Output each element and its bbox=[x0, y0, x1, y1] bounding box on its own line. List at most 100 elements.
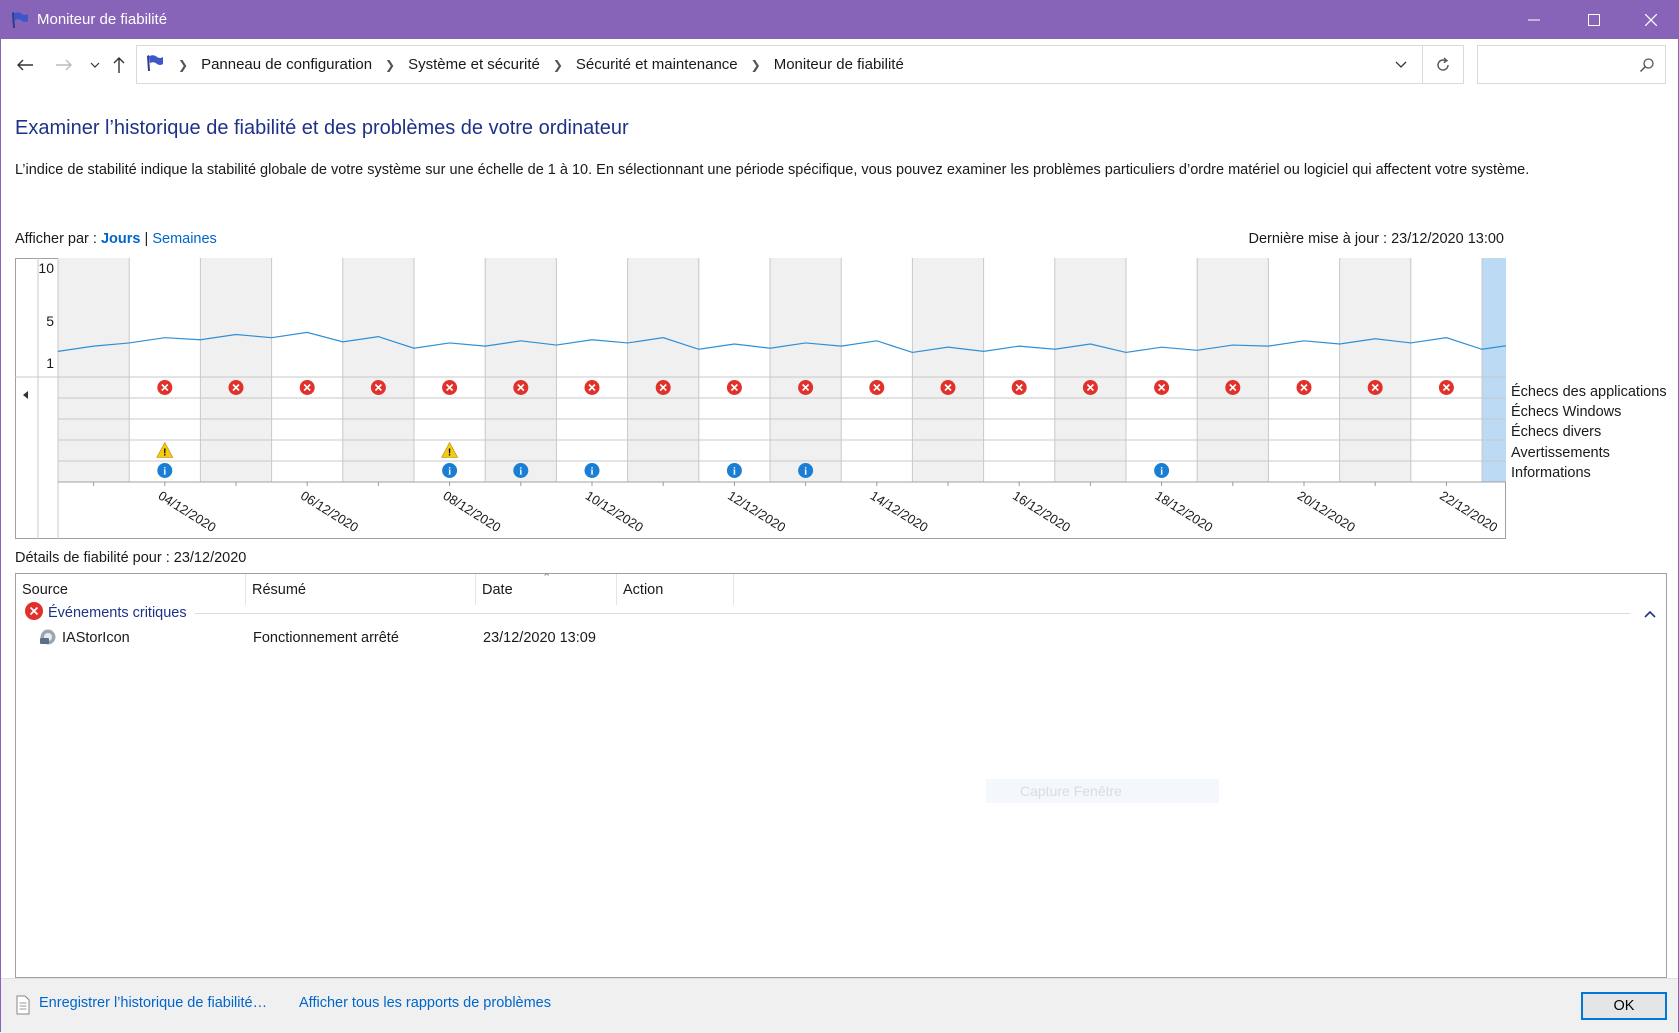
chart-legend: Échecs des applications Échecs Windows É… bbox=[1511, 382, 1667, 483]
error-icon bbox=[1082, 380, 1098, 395]
warning-icon-mark: ! bbox=[448, 448, 451, 459]
information-icon-mark: i bbox=[804, 467, 807, 478]
error-icon bbox=[228, 380, 244, 395]
reliability-chart[interactable]: 1051! !i i i i i i i04/12/2020 06/12/2020 08/12/2… bbox=[15, 258, 1506, 539]
error-icon bbox=[299, 380, 315, 395]
error-icon bbox=[370, 380, 386, 395]
y-tick-label: 10 bbox=[38, 260, 54, 276]
information-icon-mark: i bbox=[163, 467, 166, 478]
navigation-bar: ❯ Panneau de configuration ❯ Système et … bbox=[1, 39, 1678, 89]
day-column bbox=[200, 258, 272, 482]
close-button[interactable] bbox=[1622, 1, 1679, 39]
group-label: Événements critiques bbox=[48, 605, 187, 621]
legend-windows-failures: Échecs Windows bbox=[1511, 404, 1622, 421]
flag-icon bbox=[145, 54, 165, 76]
recent-locations-button[interactable] bbox=[83, 53, 107, 77]
day-column bbox=[271, 258, 343, 482]
up-button[interactable] bbox=[107, 53, 131, 77]
day-column bbox=[485, 258, 557, 482]
error-icon bbox=[1367, 380, 1383, 395]
error-icon bbox=[584, 380, 600, 395]
legend-warnings: Avertissements bbox=[1511, 444, 1610, 461]
group-divider bbox=[194, 612, 1630, 614]
address-dropdown-button[interactable] bbox=[1378, 46, 1422, 83]
warning-icon-mark: ! bbox=[163, 448, 166, 459]
error-icon bbox=[1154, 380, 1170, 395]
chevron-right-icon: ❯ bbox=[750, 57, 761, 72]
page-title: Examiner l’historique de fiabilité et de… bbox=[15, 117, 629, 139]
day-column bbox=[1410, 258, 1482, 482]
search-input[interactable] bbox=[1477, 45, 1666, 84]
information-icon: i bbox=[726, 463, 742, 478]
breadcrumb-item[interactable]: Sécurité et maintenance bbox=[576, 56, 738, 73]
error-icon bbox=[1438, 380, 1454, 395]
maximize-button[interactable] bbox=[1565, 1, 1623, 39]
day-column bbox=[912, 258, 984, 482]
row-source: IAStorIcon bbox=[62, 630, 130, 646]
last-update-text: Dernière mise à jour : 23/12/2020 13:00 bbox=[1248, 231, 1504, 247]
information-icon: i bbox=[442, 463, 458, 478]
minimize-button[interactable] bbox=[1505, 1, 1563, 39]
day-column bbox=[698, 258, 770, 482]
information-icon: i bbox=[584, 463, 600, 478]
error-icon bbox=[726, 380, 742, 395]
chevron-right-icon: ❯ bbox=[178, 57, 189, 72]
chevron-right-icon: ❯ bbox=[552, 57, 563, 72]
day-column bbox=[770, 258, 842, 482]
day-column bbox=[1339, 258, 1411, 482]
day-column bbox=[1197, 258, 1269, 482]
title-bar: Moniteur de fiabilité bbox=[1, 1, 1678, 39]
breadcrumb-item[interactable]: Système et sécurité bbox=[408, 56, 540, 73]
day-column bbox=[1126, 258, 1198, 482]
document-icon bbox=[15, 995, 31, 1019]
information-icon: i bbox=[798, 463, 814, 478]
row-summary: Fonctionnement arrêté bbox=[253, 630, 399, 646]
error-icon bbox=[24, 601, 44, 625]
application-icon bbox=[39, 628, 57, 650]
error-icon bbox=[940, 380, 956, 395]
breadcrumb: ❯ Panneau de configuration ❯ Système et … bbox=[145, 46, 904, 83]
legend-misc-failures: Échecs divers bbox=[1511, 424, 1602, 441]
address-bar[interactable]: ❯ Panneau de configuration ❯ Système et … bbox=[136, 45, 1423, 84]
error-icon bbox=[513, 380, 529, 395]
error-icon bbox=[1011, 380, 1027, 395]
capture-window-tooltip: Capture Fenêtre bbox=[986, 779, 1219, 803]
refresh-button[interactable] bbox=[1423, 45, 1464, 84]
day-column bbox=[342, 258, 414, 482]
sort-ascending-icon: ⌃ bbox=[542, 572, 552, 584]
window-title: Moniteur de fiabilité bbox=[37, 11, 168, 28]
breadcrumb-item[interactable]: Panneau de configuration bbox=[201, 56, 372, 73]
view-by-days-link[interactable]: Jours bbox=[101, 231, 141, 247]
ok-button[interactable]: OK bbox=[1581, 992, 1667, 1020]
error-icon bbox=[655, 380, 671, 395]
forward-button[interactable] bbox=[52, 53, 76, 77]
day-column bbox=[58, 258, 130, 482]
y-tick-label: 5 bbox=[46, 313, 54, 329]
legend-information: Informations bbox=[1511, 464, 1591, 481]
information-icon-mark: i bbox=[448, 467, 451, 478]
day-column bbox=[1054, 258, 1126, 482]
error-icon bbox=[798, 380, 814, 395]
y-tick-label: 1 bbox=[46, 355, 54, 371]
view-by-weeks-link[interactable]: Semaines bbox=[152, 231, 216, 247]
breadcrumb-item[interactable]: Moniteur de fiabilité bbox=[774, 56, 904, 73]
group-critical-events[interactable]: Événements critiques bbox=[24, 601, 1656, 625]
view-by-label: Afficher par : bbox=[15, 231, 97, 247]
error-icon bbox=[869, 380, 885, 395]
save-history-link[interactable]: Enregistrer l’historique de fiabilité… bbox=[39, 995, 267, 1011]
collapse-group-icon[interactable] bbox=[1644, 605, 1656, 622]
search-icon bbox=[1639, 57, 1655, 77]
selected-day-column bbox=[1482, 258, 1506, 482]
back-button[interactable] bbox=[13, 53, 37, 77]
error-icon bbox=[1225, 380, 1241, 395]
error-icon bbox=[1296, 380, 1312, 395]
table-row[interactable]: IAStorIcon Fonctionnement arrêté 23/12/2… bbox=[16, 626, 1666, 650]
reliability-monitor-window: Moniteur de fiabilité ❯ Panneau de confi… bbox=[0, 0, 1679, 1033]
information-icon: i bbox=[157, 463, 173, 478]
information-icon-mark: i bbox=[591, 467, 594, 478]
row-date: 23/12/2020 13:09 bbox=[483, 630, 596, 646]
information-icon-mark: i bbox=[519, 467, 522, 478]
error-icon bbox=[442, 380, 458, 395]
day-column bbox=[627, 258, 699, 482]
view-problem-reports-link[interactable]: Afficher tous les rapports de problèmes bbox=[299, 995, 551, 1011]
